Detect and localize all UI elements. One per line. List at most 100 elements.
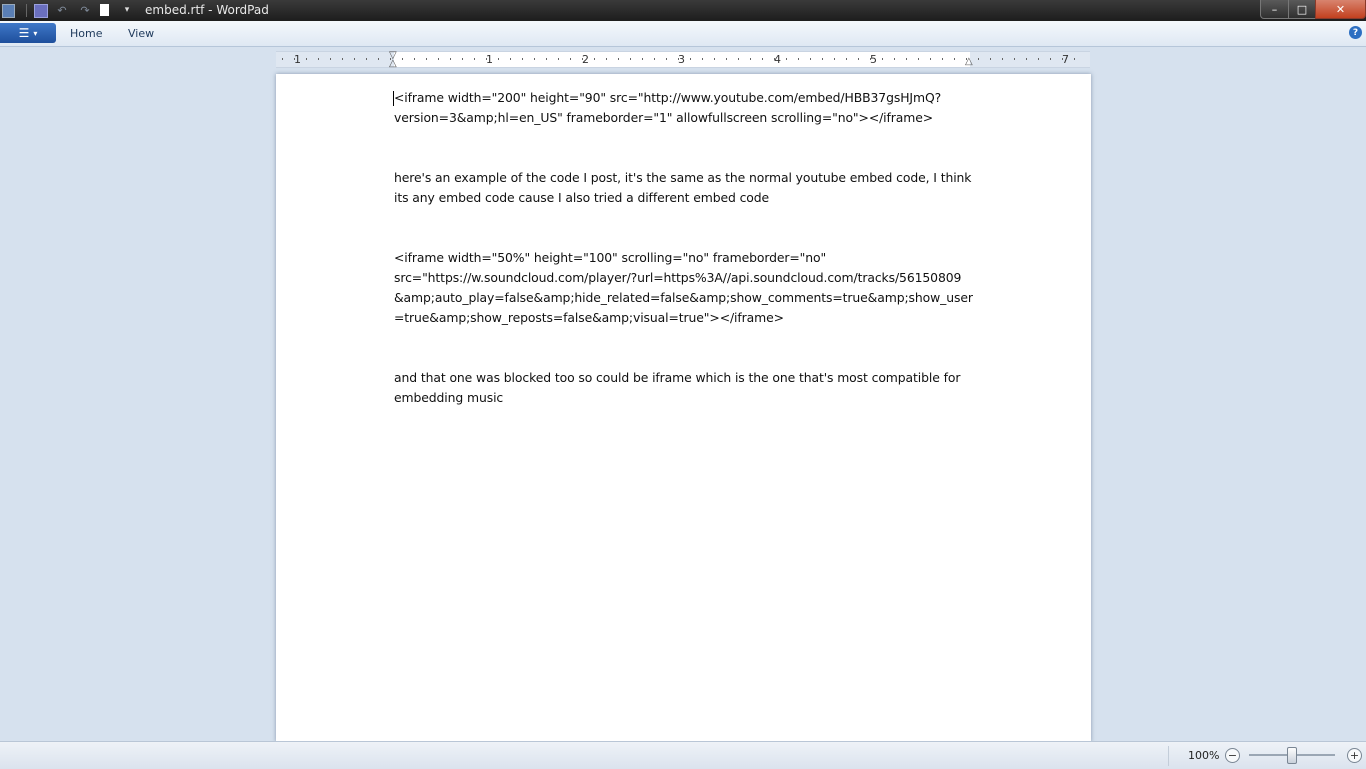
ruler-tick xyxy=(606,58,607,60)
maximize-button[interactable]: □ xyxy=(1288,0,1316,19)
zoom-out-button[interactable]: − xyxy=(1225,748,1240,763)
ruler-tick xyxy=(498,58,499,60)
ruler-tick xyxy=(702,58,703,60)
ruler-tick xyxy=(846,58,847,60)
ruler-tick xyxy=(534,58,535,60)
tab-view[interactable]: View xyxy=(128,27,154,40)
minimize-button[interactable]: – xyxy=(1260,0,1289,19)
ruler-tick xyxy=(1050,58,1051,60)
ruler-tick xyxy=(294,58,295,60)
paragraph[interactable]: here's an example of the code I post, it… xyxy=(394,168,994,208)
ruler-tick xyxy=(654,58,655,60)
ruler-label: 5 xyxy=(870,53,877,66)
ruler-tick xyxy=(978,58,979,60)
text-caret xyxy=(393,91,394,106)
empty-paragraph[interactable]: ​ xyxy=(394,148,994,168)
ruler-tick xyxy=(582,58,583,60)
help-icon[interactable]: ? xyxy=(1349,26,1362,39)
status-bar: 100% − + xyxy=(0,741,1366,769)
ruler-tick xyxy=(822,58,823,60)
ruler-tick xyxy=(642,58,643,60)
ruler-tick xyxy=(450,58,451,60)
ruler-tick xyxy=(330,58,331,60)
undo-icon[interactable]: ↶ xyxy=(55,3,69,17)
ruler-tick xyxy=(834,58,835,60)
zoom-slider-thumb[interactable] xyxy=(1287,747,1297,764)
ruler-tick xyxy=(546,58,547,60)
ruler-tick xyxy=(510,58,511,60)
ruler-tick xyxy=(438,58,439,60)
ruler-tick xyxy=(486,58,487,60)
ruler-tick xyxy=(1038,58,1039,60)
ruler-tick xyxy=(342,58,343,60)
title-bar: ↶ ↷ ▾ embed.rtf - WordPad – □ ✕ xyxy=(0,0,1366,21)
app-icon[interactable] xyxy=(2,4,15,18)
ruler-tick xyxy=(798,58,799,60)
document-text[interactable]: <iframe width="200" height="90" src="htt… xyxy=(393,88,994,408)
ruler-tick xyxy=(1074,58,1075,60)
zoom-level[interactable]: 100% xyxy=(1188,749,1219,762)
ruler-right-margin xyxy=(970,52,1090,67)
ruler-tick xyxy=(474,58,475,60)
ruler-tick xyxy=(630,58,631,60)
empty-paragraph[interactable]: ​ xyxy=(394,348,994,368)
empty-paragraph[interactable]: ​ xyxy=(394,228,994,248)
paragraph[interactable]: <iframe width="50%" height="100" scrolli… xyxy=(394,248,994,328)
ruler-tick xyxy=(378,58,379,60)
ruler-tick xyxy=(558,58,559,60)
zoom-in-button[interactable]: + xyxy=(1347,748,1362,763)
ribbon-tab-bar: ☰ ▾ Home View ? xyxy=(0,21,1366,47)
ruler-tick xyxy=(462,58,463,60)
customize-quick-access-icon[interactable]: ▾ xyxy=(120,3,134,17)
ruler-label: 2 xyxy=(582,53,589,66)
tab-home[interactable]: Home xyxy=(70,27,102,40)
ruler-tick xyxy=(714,58,715,60)
separator xyxy=(1168,746,1169,766)
ruler-tick xyxy=(750,58,751,60)
ruler-label: 1 xyxy=(294,53,301,66)
empty-paragraph[interactable]: ​ xyxy=(394,128,994,148)
ruler-tick xyxy=(1014,58,1015,60)
ruler-tick xyxy=(786,58,787,60)
empty-paragraph[interactable]: ​ xyxy=(394,208,994,228)
ruler-tick xyxy=(810,58,811,60)
ruler-label: 7 xyxy=(1062,53,1069,66)
ruler-tick xyxy=(414,58,415,60)
ruler-tick xyxy=(918,58,919,60)
new-document-icon[interactable] xyxy=(100,4,109,16)
ruler-tick xyxy=(678,58,679,60)
separator xyxy=(26,4,27,17)
ruler-tick xyxy=(738,58,739,60)
ruler-tick xyxy=(906,58,907,60)
application-menu-button[interactable]: ☰ ▾ xyxy=(0,23,56,43)
ruler-tick xyxy=(1026,58,1027,60)
ruler-label: 3 xyxy=(678,53,685,66)
ruler-tick xyxy=(402,58,403,60)
ruler-tick xyxy=(1062,58,1063,60)
ruler-tick xyxy=(690,58,691,60)
ruler-tick xyxy=(870,58,871,60)
paragraph[interactable]: and that one was blocked too so could be… xyxy=(394,368,994,408)
ruler-label: 4 xyxy=(774,53,781,66)
ruler-tick xyxy=(354,58,355,60)
paragraph[interactable]: <iframe width="200" height="90" src="htt… xyxy=(394,88,994,128)
ruler-tick xyxy=(1002,58,1003,60)
document-page[interactable]: <iframe width="200" height="90" src="htt… xyxy=(276,74,1091,742)
hanging-indent-marker[interactable]: △ xyxy=(389,59,397,69)
ruler-tick xyxy=(990,58,991,60)
ruler-tick xyxy=(930,58,931,60)
ruler-tick xyxy=(762,58,763,60)
ruler-tick xyxy=(618,58,619,60)
close-button[interactable]: ✕ xyxy=(1315,0,1366,19)
right-indent-marker[interactable]: △ xyxy=(965,57,973,67)
ruler-tick xyxy=(894,58,895,60)
ruler-tick xyxy=(954,58,955,60)
horizontal-ruler[interactable]: 1 1 2 3 4 5 7 ▽ △ △ xyxy=(276,51,1090,69)
ruler-tick xyxy=(666,58,667,60)
ruler-tick xyxy=(942,58,943,60)
redo-icon[interactable]: ↷ xyxy=(78,3,92,17)
empty-paragraph[interactable]: ​ xyxy=(394,328,994,348)
ruler-tick xyxy=(570,58,571,60)
save-icon[interactable] xyxy=(34,4,48,18)
ruler-tick xyxy=(426,58,427,60)
